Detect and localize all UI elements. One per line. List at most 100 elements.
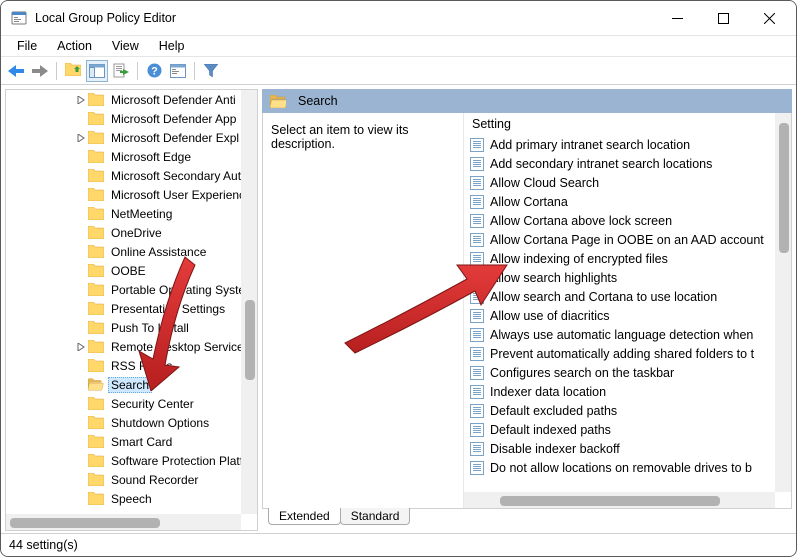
setting-row[interactable]: Default indexed paths — [464, 420, 775, 439]
close-button[interactable] — [746, 3, 792, 33]
setting-row[interactable]: Prevent automatically adding shared fold… — [464, 344, 775, 363]
window-title: Local Group Policy Editor — [35, 11, 654, 25]
setting-label: Indexer data location — [490, 385, 606, 399]
setting-label: Allow search highlights — [490, 271, 617, 285]
tree-node[interactable]: Shutdown Options — [6, 413, 241, 432]
tree-horizontal-scrollbar[interactable] — [6, 514, 241, 530]
tree-node[interactable]: Microsoft Secondary Aut — [6, 166, 241, 185]
tree-node-label: OOBE — [108, 264, 149, 278]
policy-setting-icon — [470, 233, 484, 247]
minimize-button[interactable] — [654, 3, 700, 33]
back-button[interactable] — [5, 60, 27, 82]
tree-node[interactable]: Software Protection Platf — [6, 451, 241, 470]
tree-node[interactable]: Presentation Settings — [6, 299, 241, 318]
setting-label: Allow Cortana Page in OOBE on an AAD acc… — [490, 233, 764, 247]
setting-label: Add secondary intranet search locations — [490, 157, 712, 171]
menu-file[interactable]: File — [7, 37, 47, 55]
tree-node-label: Microsoft User Experienc — [108, 188, 241, 202]
folder-icon — [88, 321, 104, 334]
tree-node-label: Smart Card — [108, 435, 175, 449]
tree-node[interactable]: RSS Feeds — [6, 356, 241, 375]
maximize-button[interactable] — [700, 3, 746, 33]
tree-node[interactable]: Microsoft Defender App — [6, 109, 241, 128]
policy-setting-icon — [470, 404, 484, 418]
setting-label: Allow use of diacritics — [490, 309, 610, 323]
setting-row[interactable]: Indexer data location — [464, 382, 775, 401]
tree-node[interactable]: Search — [6, 375, 241, 394]
details-header-title: Search — [298, 94, 338, 108]
setting-row[interactable]: Add primary intranet search location — [464, 135, 775, 154]
help-button[interactable]: ? — [143, 60, 165, 82]
list-horizontal-scrollbar[interactable] — [464, 492, 775, 508]
setting-row[interactable]: Always use automatic language detection … — [464, 325, 775, 344]
folder-open-icon — [270, 95, 286, 108]
tree-node[interactable]: Remote Desktop Service — [6, 337, 241, 356]
menu-action[interactable]: Action — [47, 37, 102, 55]
details-header: Search — [262, 89, 792, 113]
setting-row[interactable]: Allow Cortana — [464, 192, 775, 211]
tree-node[interactable]: Speech — [6, 489, 241, 508]
tree-node[interactable]: Microsoft Defender Anti — [6, 90, 241, 109]
description-panel: Select an item to view its description. — [263, 113, 463, 508]
policy-setting-icon — [470, 309, 484, 323]
list-vertical-scrollbar[interactable] — [775, 113, 791, 492]
folder-icon — [88, 207, 104, 220]
menu-view[interactable]: View — [102, 37, 149, 55]
tree-node[interactable]: Portable Operating Syste — [6, 280, 241, 299]
expand-caret-icon[interactable] — [74, 343, 88, 351]
title-bar: Local Group Policy Editor — [1, 1, 796, 35]
column-header-setting[interactable]: Setting — [464, 113, 791, 135]
tree-node[interactable]: Microsoft Edge — [6, 147, 241, 166]
setting-row[interactable]: Allow Cortana above lock screen — [464, 211, 775, 230]
setting-row[interactable]: Disable indexer backoff — [464, 439, 775, 458]
setting-label: Default indexed paths — [490, 423, 611, 437]
policy-setting-icon — [470, 138, 484, 152]
setting-row[interactable]: Allow indexing of encrypted files — [464, 249, 775, 268]
setting-row[interactable]: Allow search highlights — [464, 268, 775, 287]
menu-help[interactable]: Help — [149, 37, 195, 55]
folder-icon — [88, 283, 104, 296]
setting-label: Do not allow locations on removable driv… — [490, 461, 752, 475]
policy-setting-icon — [470, 214, 484, 228]
show-hide-tree-button[interactable] — [86, 60, 108, 82]
setting-row[interactable]: Allow Cortana Page in OOBE on an AAD acc… — [464, 230, 775, 249]
setting-row[interactable]: Default excluded paths — [464, 401, 775, 420]
folder-open-icon — [88, 378, 104, 391]
forward-button[interactable] — [29, 60, 51, 82]
expand-caret-icon[interactable] — [74, 134, 88, 142]
setting-row[interactable]: Do not allow locations on removable driv… — [464, 458, 775, 477]
policy-setting-icon — [470, 157, 484, 171]
filter-button[interactable] — [200, 60, 222, 82]
setting-row[interactable]: Allow use of diacritics — [464, 306, 775, 325]
navigation-tree[interactable]: Microsoft Defender AntiMicrosoft Defende… — [5, 89, 258, 531]
folder-icon — [88, 150, 104, 163]
setting-row[interactable]: Add secondary intranet search locations — [464, 154, 775, 173]
settings-list[interactable]: Setting Add primary intranet search loca… — [463, 113, 791, 508]
tree-node[interactable]: OOBE — [6, 261, 241, 280]
tab-standard[interactable]: Standard — [340, 508, 411, 525]
setting-label: Always use automatic language detection … — [490, 328, 753, 342]
expand-caret-icon[interactable] — [74, 96, 88, 104]
tree-node-label: Security Center — [108, 397, 197, 411]
tree-vertical-scrollbar[interactable] — [241, 90, 257, 514]
view-tabs: Extended Standard — [262, 509, 792, 531]
tree-node[interactable]: Online Assistance — [6, 242, 241, 261]
tree-node[interactable]: OneDrive — [6, 223, 241, 242]
tab-extended[interactable]: Extended — [268, 508, 341, 525]
tree-node-label: Sound Recorder — [108, 473, 201, 487]
tree-node[interactable]: Security Center — [6, 394, 241, 413]
setting-row[interactable]: Allow search and Cortana to use location — [464, 287, 775, 306]
up-button[interactable] — [62, 60, 84, 82]
status-bar: 44 setting(s) — [1, 534, 796, 556]
tree-node[interactable]: NetMeeting — [6, 204, 241, 223]
tree-node[interactable]: Smart Card — [6, 432, 241, 451]
setting-row[interactable]: Allow Cloud Search — [464, 173, 775, 192]
tree-node[interactable]: Sound Recorder — [6, 470, 241, 489]
export-list-button[interactable] — [110, 60, 132, 82]
folder-icon — [88, 169, 104, 182]
setting-row[interactable]: Configures search on the taskbar — [464, 363, 775, 382]
tree-node[interactable]: Microsoft User Experienc — [6, 185, 241, 204]
tree-node[interactable]: Microsoft Defender Expl — [6, 128, 241, 147]
properties-button[interactable] — [167, 60, 189, 82]
tree-node[interactable]: Push To Install — [6, 318, 241, 337]
